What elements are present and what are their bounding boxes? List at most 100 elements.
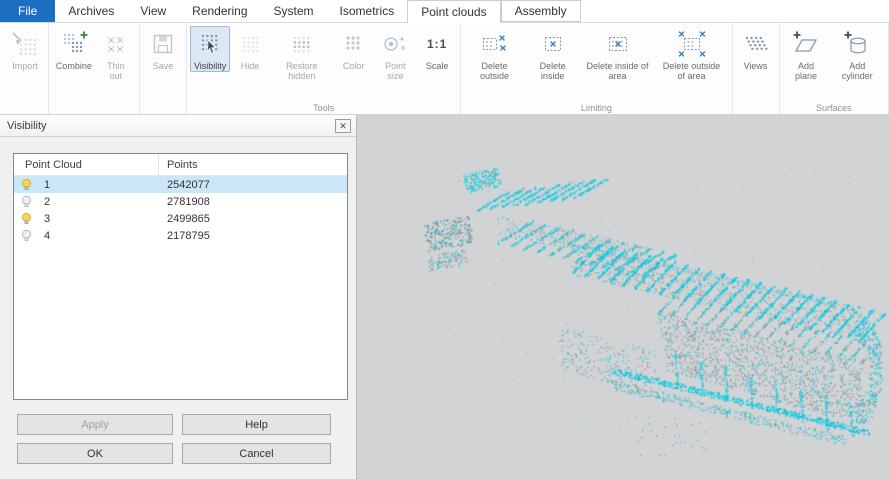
delete-outside-button[interactable]: Delete outside — [464, 26, 525, 83]
ribbon-button-label: Color — [343, 61, 365, 71]
thin-out-button[interactable]: Thin out — [96, 26, 136, 83]
viewport-3d[interactable] — [357, 115, 889, 479]
point-size-button[interactable]: Point size — [374, 26, 418, 83]
point-count: 2178795 — [159, 230, 210, 242]
ribbon-button-label: Hide — [241, 61, 260, 71]
ribbon-group-surfaces: Add planeAdd cylinderSurfaces — [780, 23, 889, 114]
ribbon-tab-bar: FileArchives View Rendering System Isometric… — [0, 0, 889, 23]
column-header-point-cloud[interactable]: Point Cloud — [14, 154, 159, 175]
point-count: 2542077 — [159, 179, 210, 191]
visibility-icon — [195, 29, 225, 59]
tab-label: Assembly — [515, 4, 567, 18]
delete-outside-area-icon — [677, 29, 707, 59]
save-button[interactable]: Save — [143, 26, 183, 72]
ribbon: Import Combine Thin out Save Visibility Hide R… — [0, 23, 889, 115]
combine-button[interactable]: Combine — [52, 26, 96, 72]
list-body: 12542077227819083249986542178795 — [14, 176, 347, 244]
ribbon-button-label: Save — [153, 61, 174, 71]
tab-point-clouds[interactable]: Point clouds — [407, 0, 500, 23]
ribbon-button-label: Delete outside of area — [659, 61, 725, 82]
list-header: Point Cloud Points — [14, 154, 347, 176]
ribbon-button-label: Add plane — [787, 61, 826, 82]
ribbon-group-tools: Visibility Hide Restore hidden Color Point s… — [187, 23, 461, 114]
tab-label: Isometrics — [340, 4, 395, 18]
ribbon-button-label: Restore hidden — [274, 61, 330, 82]
delete-outside-area-button[interactable]: Delete outside of area — [655, 26, 729, 83]
ribbon-button-label: Delete inside of area — [585, 61, 651, 82]
ribbon-group: Combine Thin out — [49, 23, 140, 114]
ribbon-group: Import — [2, 23, 49, 114]
add-cylinder-button[interactable]: Add cylinder — [829, 26, 885, 83]
tab-label: Point clouds — [421, 5, 486, 19]
ok-button[interactable]: OK — [17, 443, 173, 464]
ribbon-button-label: Add cylinder — [833, 61, 881, 82]
ribbon-button-label: Delete outside — [468, 61, 521, 82]
point-cloud-row[interactable]: 42178795 — [14, 227, 347, 244]
point-cloud-name: 1 — [44, 179, 159, 191]
tab-system[interactable]: System — [261, 0, 327, 22]
tab-archives[interactable]: Archives — [55, 0, 127, 22]
help-button[interactable]: Help — [182, 414, 331, 435]
ribbon-button-label: Scale — [426, 61, 449, 71]
add-cylinder-icon — [842, 29, 872, 59]
ribbon-button-label: Import — [12, 61, 38, 71]
point-cloud-row[interactable]: 12542077 — [14, 176, 347, 193]
dialog-titlebar[interactable]: Visibility ✕ — [0, 115, 356, 137]
tab-label: System — [274, 4, 314, 18]
point-cloud-name: 4 — [44, 230, 159, 242]
close-icon[interactable]: ✕ — [335, 119, 351, 133]
ribbon-group: Views — [733, 23, 780, 114]
import-icon — [10, 29, 40, 59]
hide-icon — [235, 29, 265, 59]
delete-outside-icon — [479, 29, 509, 59]
save-icon — [148, 29, 178, 59]
point-cloud-list: Point Cloud Points 125420772278190832499… — [13, 153, 348, 400]
views-button[interactable]: Views — [736, 26, 776, 72]
cancel-button[interactable]: Cancel — [182, 443, 331, 464]
bulb-on-icon[interactable] — [20, 212, 34, 226]
point-cloud-name: 2 — [44, 196, 159, 208]
ribbon-group-label: Limiting — [461, 103, 731, 113]
dialog-title: Visibility — [7, 120, 47, 132]
restore-hidden-button[interactable]: Restore hidden — [270, 26, 334, 83]
tab-view[interactable]: View — [127, 0, 179, 22]
combine-icon — [59, 29, 89, 59]
bulb-on-icon[interactable] — [20, 178, 34, 192]
point-count: 2499865 — [159, 213, 210, 225]
restore-hidden-icon — [287, 29, 317, 59]
ribbon-button-label: Delete inside — [529, 61, 577, 82]
ribbon-button-label: Combine — [56, 61, 92, 71]
tab-isometrics[interactable]: Isometrics — [327, 0, 408, 22]
add-plane-button[interactable]: Add plane — [783, 26, 830, 83]
delete-inside-area-icon — [603, 29, 633, 59]
ribbon-button-label: Views — [744, 61, 768, 71]
point-cloud-row[interactable]: 22781908 — [14, 193, 347, 210]
delete-inside-icon — [538, 29, 568, 59]
tab-assembly[interactable]: Assembly — [501, 0, 581, 22]
visibility-button[interactable]: Visibility — [190, 26, 230, 72]
scale-icon: 1:1 — [422, 29, 452, 59]
views-icon — [741, 29, 771, 59]
tab-label: View — [140, 4, 166, 18]
color-button[interactable]: Color — [334, 26, 374, 72]
ribbon-button-label: Visibility — [194, 61, 226, 71]
delete-inside-area-button[interactable]: Delete inside of area — [581, 26, 655, 83]
ribbon-group: Save — [140, 23, 187, 114]
point-size-icon — [380, 29, 410, 59]
hide-button[interactable]: Hide — [230, 26, 270, 72]
application-window: FileArchives View Rendering System Isometric… — [0, 0, 889, 479]
point-cloud-row[interactable]: 32499865 — [14, 210, 347, 227]
column-header-points[interactable]: Points — [159, 154, 198, 175]
bulb-off-icon[interactable] — [20, 195, 34, 209]
delete-inside-button[interactable]: Delete inside — [525, 26, 581, 83]
bulb-off-icon[interactable] — [20, 229, 34, 243]
tab-rendering[interactable]: Rendering — [179, 0, 260, 22]
tab-file[interactable]: File — [0, 0, 55, 22]
scale-button[interactable]: 1:1 Scale — [417, 26, 457, 72]
import-button[interactable]: Import — [5, 26, 45, 72]
main-area: Visibility ✕ Point Cloud Points 12542077… — [0, 115, 889, 479]
tab-label: Rendering — [192, 4, 247, 18]
apply-button[interactable]: Apply — [17, 414, 173, 435]
color-icon — [339, 29, 369, 59]
add-plane-icon — [791, 29, 821, 59]
